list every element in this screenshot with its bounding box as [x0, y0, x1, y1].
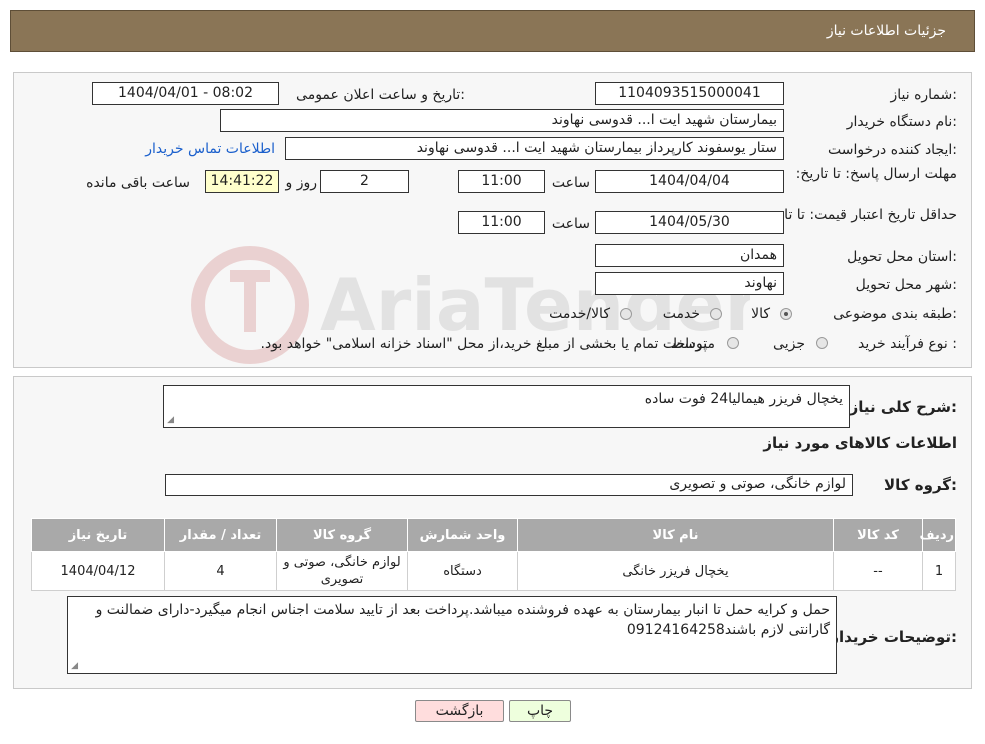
- reply-deadline-label: مهلت ارسال پاسخ: تا تاریخ:: [795, 166, 957, 182]
- purchase-type-radio-minor[interactable]: [816, 337, 828, 349]
- buyer-org-field: بیمارستان شهید ایت ا... قدوسی نهاوند: [220, 109, 784, 132]
- cell-item-group: لوازم خانگی، صوتی و تصویری: [276, 551, 408, 591]
- cell-item-name: یخچال فریزر خانگی: [517, 551, 834, 591]
- remaining-time-label: ساعت باقی مانده: [86, 175, 190, 191]
- category-radio-service[interactable]: [710, 308, 722, 320]
- resize-handle-icon[interactable]: ◢: [166, 416, 174, 425]
- buyer-org-label: نام دستگاه خریدار:: [846, 114, 957, 130]
- col-header-quantity: تعداد / مقدار: [164, 518, 277, 552]
- remaining-days-field: 2: [320, 170, 409, 193]
- price-validity-label: حداقل تاریخ اعتبار قیمت: تا تاریخ:: [759, 207, 957, 223]
- price-validity-time-label: ساعت: [551, 216, 590, 232]
- col-header-item-code: کد کالا: [833, 518, 923, 552]
- description-textarea[interactable]: یخچال فریزر هیمالیا24 فوت ساده ◢: [163, 385, 850, 428]
- buyer-notes-text: حمل و کرایه حمل تا انبار بیمارستان به عه…: [95, 602, 830, 638]
- announce-datetime-field: 1404/04/01 - 08:02: [92, 82, 279, 105]
- price-validity-time-field: 11:00: [458, 211, 545, 234]
- buyer-notes-label: توضیحات خریدار:: [830, 628, 957, 646]
- print-button[interactable]: چاپ: [509, 700, 571, 722]
- category-radio-goods-service[interactable]: [620, 308, 632, 320]
- back-button[interactable]: بازگشت: [415, 700, 504, 722]
- goods-group-field: لوازم خانگی، صوتی و تصویری: [165, 474, 853, 496]
- category-option-goods: کالا: [751, 306, 770, 322]
- description-text: یخچال فریزر هیمالیا24 فوت ساده: [644, 391, 843, 407]
- buyer-contact-link[interactable]: اطلاعات تماس خریدار: [145, 141, 275, 157]
- city-label: شهر محل تحویل:: [855, 277, 957, 293]
- purchase-type-note: پرداخت تمام یا بخشی از مبلغ خرید،از محل …: [260, 336, 707, 352]
- col-header-item-group: گروه کالا: [276, 518, 408, 552]
- category-option-goods-service: کالا/خدمت: [549, 306, 610, 322]
- reply-deadline-time-field: 11:00: [458, 170, 545, 193]
- goods-group-label: گروه کالا:: [884, 476, 957, 494]
- page-title: جزئيات اطلاعات نياز: [826, 23, 946, 39]
- resize-handle-icon[interactable]: ◢: [70, 662, 78, 671]
- category-option-service: خدمت: [662, 306, 700, 322]
- goods-info-title: اطلاعات کالاهای مورد نیاز: [763, 434, 957, 452]
- remaining-days-label: روز و: [285, 175, 318, 191]
- requester-field: ستار یوسفوند کارپرداز بیمارستان شهید ایت…: [285, 137, 784, 160]
- goods-table-header: ردیف کد کالا نام کالا واحد شمارش گروه کا…: [31, 518, 956, 552]
- category-radio-goods[interactable]: [780, 308, 792, 320]
- province-field: همدان: [595, 244, 784, 267]
- city-field: نهاوند: [595, 272, 784, 295]
- category-label: طبقه بندی موضوعی:: [833, 306, 957, 322]
- col-header-unit: واحد شمارش: [407, 518, 518, 552]
- purchase-type-label: نوع فرآیند خرید :: [858, 336, 957, 352]
- cell-unit: دستگاه: [407, 551, 518, 591]
- requester-label: ایجاد کننده درخواست:: [828, 142, 957, 158]
- province-label: استان محل تحویل:: [847, 249, 957, 265]
- cell-need-date: 1404/04/12: [31, 551, 165, 591]
- cell-quantity: 4: [164, 551, 277, 591]
- table-row: 1 -- یخچال فریزر خانگی دستگاه لوازم خانگ…: [31, 551, 956, 591]
- purchase-type-radio-medium[interactable]: [727, 337, 739, 349]
- cell-item-code: --: [833, 551, 923, 591]
- buyer-notes-textarea[interactable]: حمل و کرایه حمل تا انبار بیمارستان به عه…: [67, 596, 837, 674]
- reply-deadline-time-label: ساعت: [551, 175, 590, 191]
- page-header: جزئيات اطلاعات نياز: [10, 10, 975, 52]
- description-label: شرح کلی نیاز:: [849, 398, 957, 416]
- price-validity-date-field: 1404/05/30: [595, 211, 784, 234]
- col-header-need-date: تاریخ نیاز: [31, 518, 165, 552]
- purchase-type-option-minor: جزیی: [773, 336, 805, 352]
- col-header-item-name: نام کالا: [517, 518, 834, 552]
- need-number-field: 1104093515000041: [595, 82, 784, 105]
- announce-datetime-label: تاریخ و ساعت اعلان عمومی:: [296, 87, 465, 103]
- need-number-label: شماره نیاز:: [890, 87, 957, 103]
- cell-row-number: 1: [922, 551, 956, 591]
- remaining-time-field: 14:41:22: [205, 170, 279, 193]
- goods-table: ردیف کد کالا نام کالا واحد شمارش گروه کا…: [31, 518, 956, 591]
- col-header-row-number: ردیف: [919, 518, 956, 552]
- reply-deadline-date-field: 1404/04/04: [595, 170, 784, 193]
